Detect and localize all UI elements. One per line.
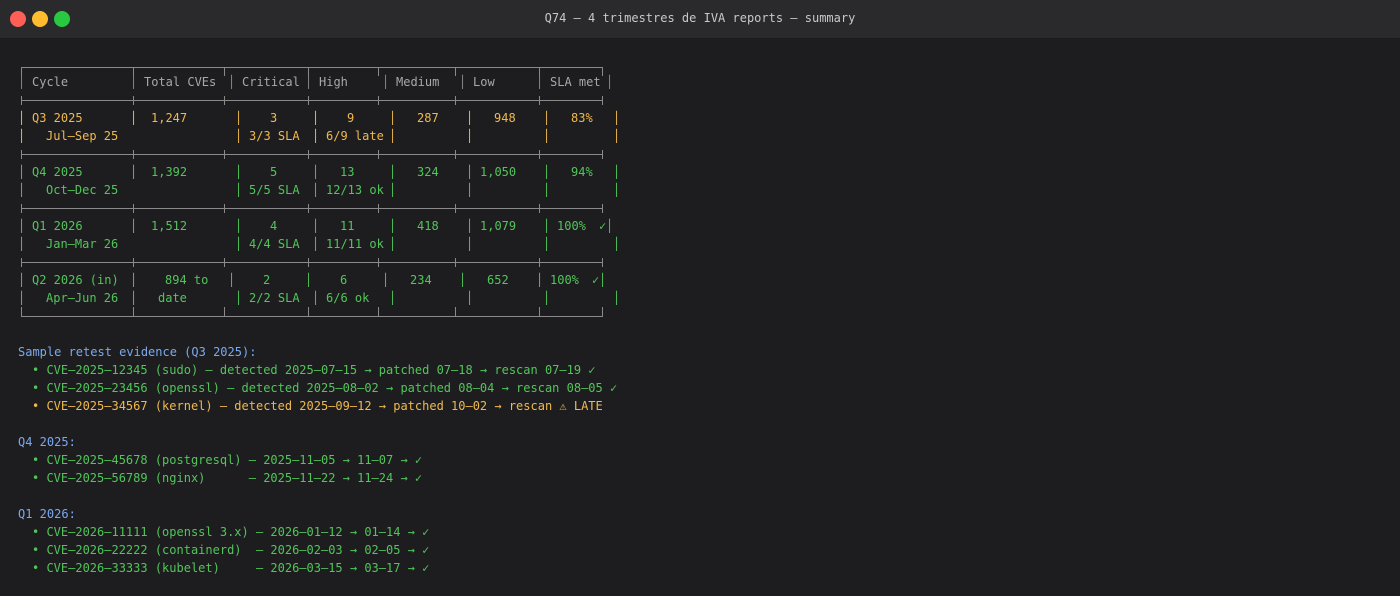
cell-medium: 324	[417, 165, 439, 179]
cell-medium: 287	[417, 111, 439, 125]
cell-low: 1,050	[480, 165, 517, 179]
list-item: • CVE–2026–11111 (openssl 3.x) — 2026–01…	[32, 525, 430, 539]
table-divider	[18, 145, 603, 163]
cell-cycle: Q2 2026 (in)	[32, 273, 119, 287]
table-row-detail: │ Jan–Mar 26 │ 4/4 SLA │ 11/11 ok │ │ │ │	[18, 237, 621, 251]
cell-critical-sla: 4/4 SLA	[249, 237, 300, 251]
cell-high-sla: 6/6 ok	[326, 291, 370, 305]
q4-evidence-heading: Q4 2025:	[18, 435, 76, 449]
list-item: • CVE–2026–33333 (kubelet) — 2026–03–15 …	[32, 561, 430, 575]
cell-critical-sla: 2/2 SLA	[249, 291, 300, 305]
header-cycle: Cycle	[32, 75, 69, 89]
window-titlebar: Q74 — 4 trimestres de IVA reports — summ…	[0, 0, 1400, 39]
cell-low: 948	[494, 111, 516, 125]
table-row-detail: │ Apr–Jun 26 │ date │ 2/2 SLA │ 6/6 ok │ │ │…	[18, 291, 621, 305]
cell-high-sla: 6/9 late	[326, 129, 384, 143]
cell-low: 652	[487, 273, 509, 287]
list-item: • CVE–2025–56789 (nginx) — 2025–11–22 → …	[32, 471, 423, 485]
table-row-detail: │ Jul–Sep 25 │ 3/3 SLA │ 6/9 late │ │ │ │	[18, 129, 621, 143]
cell-high: 11	[340, 219, 355, 233]
cell-total: 1,392	[151, 165, 188, 179]
window-title: Q74 — 4 trimestres de IVA reports — summ…	[544, 11, 856, 25]
cell-sla: 100%	[550, 273, 579, 287]
cell-high: 13	[340, 165, 355, 179]
cell-medium: 418	[417, 219, 439, 233]
list-item: • CVE–2025–34567 (kernel) — detected 202…	[32, 399, 603, 413]
table-row: │ Q2 2026 (in) │ 894 to │ 2 │ 6 │ 234 │ 652 │ 1…	[18, 273, 607, 287]
cell-critical: 3	[270, 111, 278, 125]
header-high: High	[319, 75, 348, 89]
table-row-detail: │ Oct–Dec 25 │ 5/5 SLA │ 12/13 ok │ │ │ │	[18, 183, 621, 197]
table-row: │ Q1 2026 │ 1,512 │ 4 │ 11 │ 418 │ 1,079 │ 100%…	[18, 219, 614, 233]
cell-sla: 94%	[571, 165, 593, 179]
cell-critical: 5	[270, 165, 278, 179]
cell-period: Apr–Jun 26	[46, 291, 119, 305]
list-item: • CVE–2025–45678 (postgresql) — 2025–11–…	[32, 453, 423, 467]
table-border-bottom	[18, 307, 603, 325]
table-divider	[18, 199, 603, 217]
cell-critical: 4	[270, 219, 278, 233]
cell-total: 1,247	[151, 111, 188, 125]
terminal-output: │ Cycle │ Total CVEs │ Critical │ High │ Medi…	[18, 46, 1400, 596]
cell-high-sla: 12/13 ok	[326, 183, 384, 197]
header-low: Low	[473, 75, 495, 89]
cell-high: 9	[347, 111, 355, 125]
q1-evidence-heading: Q1 2026:	[18, 507, 76, 521]
cell-period: Jul–Sep 25	[46, 129, 119, 143]
header-medium: Medium	[396, 75, 440, 89]
cell-cycle: Q1 2026	[32, 219, 83, 233]
header-critical: Critical	[242, 75, 300, 89]
list-item: • CVE–2025–12345 (sudo) — detected 2025–…	[32, 363, 596, 377]
cell-total: 894 to	[165, 273, 209, 287]
table-divider	[18, 91, 603, 109]
header-total-cves: Total CVEs	[144, 75, 217, 89]
cell-critical-sla: 3/3 SLA	[249, 129, 300, 143]
cell-cycle: Q4 2025	[32, 165, 83, 179]
cell-medium: 234	[410, 273, 432, 287]
table-header-row: │ Cycle │ Total CVEs │ Critical │ High │ Medi…	[18, 75, 614, 89]
cell-high-sla: 11/11 ok	[326, 237, 384, 251]
cell-critical: 2	[263, 273, 271, 287]
cell-high: 6	[340, 273, 348, 287]
cell-period: Oct–Dec 25	[46, 183, 119, 197]
cell-low: 1,079	[480, 219, 517, 233]
list-item: • CVE–2026–22222 (containerd) — 2026–02–…	[32, 543, 430, 557]
cell-period: Jan–Mar 26	[46, 237, 119, 251]
cell-total: 1,512	[151, 219, 188, 233]
cell-critical-sla: 5/5 SLA	[249, 183, 300, 197]
list-item: • CVE–2025–23456 (openssl) — detected 20…	[32, 381, 618, 395]
table-row: │ Q3 2025 │ 1,247 │ 3 │ 9 │ 287 │ 948 │ 83% │	[18, 111, 621, 125]
cell-total-continued: date	[158, 291, 187, 305]
q3-evidence-heading: Sample retest evidence (Q3 2025):	[18, 345, 257, 359]
cell-sla: 100%	[557, 219, 586, 233]
table-row: │ Q4 2025 │ 1,392 │ 5 │ 13 │ 324 │ 1,050 │ 94% …	[18, 165, 621, 179]
cell-cycle: Q3 2025	[32, 111, 83, 125]
table-divider	[18, 253, 603, 271]
cell-sla: 83%	[571, 111, 593, 125]
header-sla-met: SLA met	[550, 75, 601, 89]
